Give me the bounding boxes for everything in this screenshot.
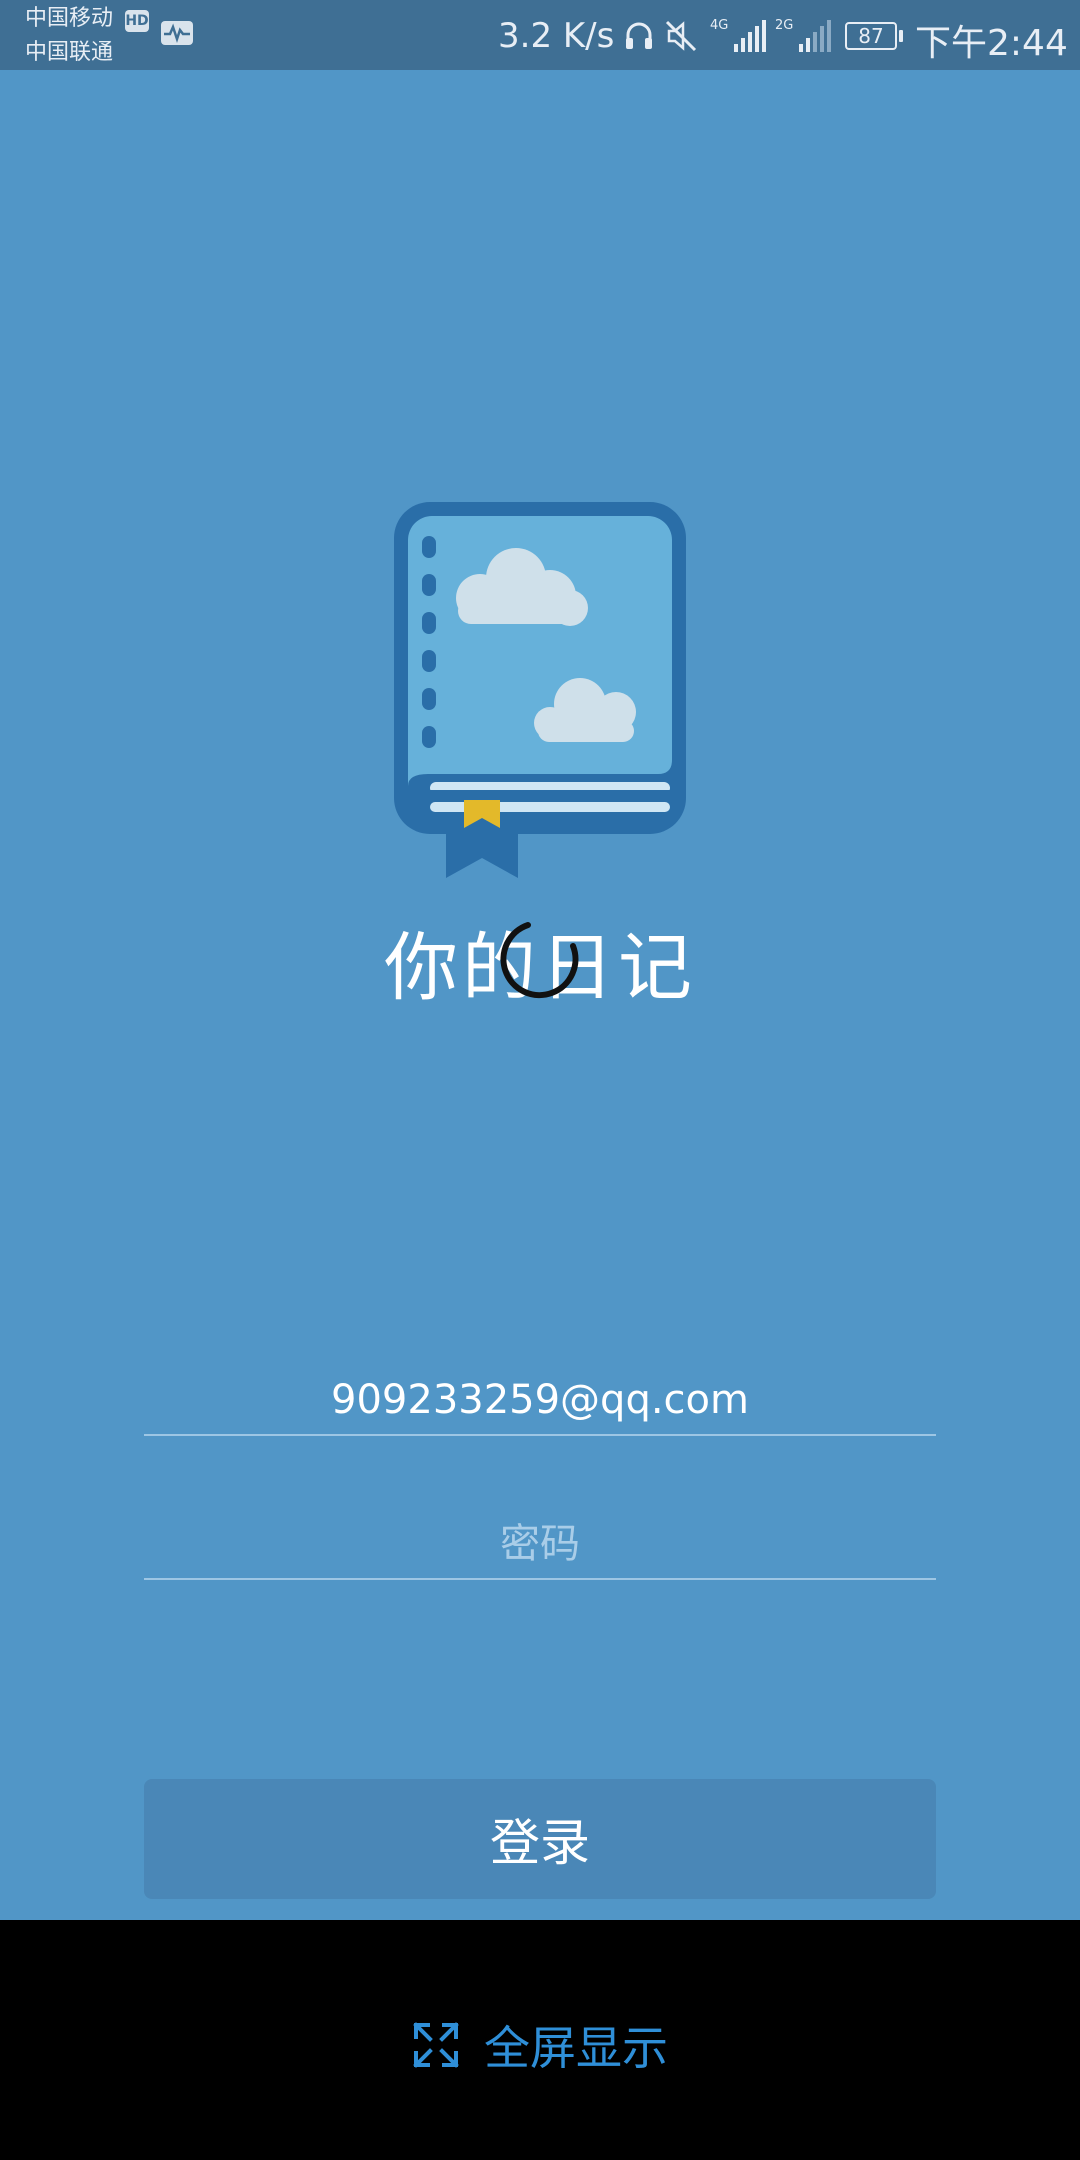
fullscreen-label: 全屏显示: [484, 2021, 668, 2075]
password-field[interactable]: [144, 1510, 936, 1580]
activity-pulse-icon: [161, 21, 193, 45]
carrier-1-label: 中国移动: [25, 6, 114, 31]
status-clock: 下午2:44: [915, 23, 1068, 64]
network-1-label: 4G: [710, 18, 728, 33]
login-button[interactable]: 登录: [144, 1779, 936, 1899]
email-field[interactable]: [144, 1366, 936, 1436]
battery-indicator: 87: [845, 22, 897, 50]
loading-spinner-icon: [500, 922, 579, 999]
expand-arrows-icon: [413, 2022, 459, 2068]
carrier-2-label: 中国联通: [25, 40, 114, 65]
login-screen: 你的日记 登录: [0, 70, 1080, 1920]
network-speed: 3.2 K/s: [498, 16, 615, 56]
signal-2g-icon: 2G: [775, 18, 831, 52]
hd-badge: HD: [125, 10, 149, 32]
bottom-bar: 全屏显示: [0, 1920, 1080, 2160]
signal-4g-icon: 4G: [710, 18, 766, 52]
network-2-label: 2G: [775, 18, 793, 33]
diary-book-icon: [394, 502, 686, 878]
mute-icon: [665, 20, 697, 52]
headset-icon: [626, 22, 652, 49]
fullscreen-button[interactable]: 全屏显示: [412, 2017, 668, 2075]
battery-tip: [899, 30, 903, 42]
status-bar: 中国移动 HD 中国联通 3.2 K/s 4G 2G 87 下午2:44: [0, 0, 1080, 70]
